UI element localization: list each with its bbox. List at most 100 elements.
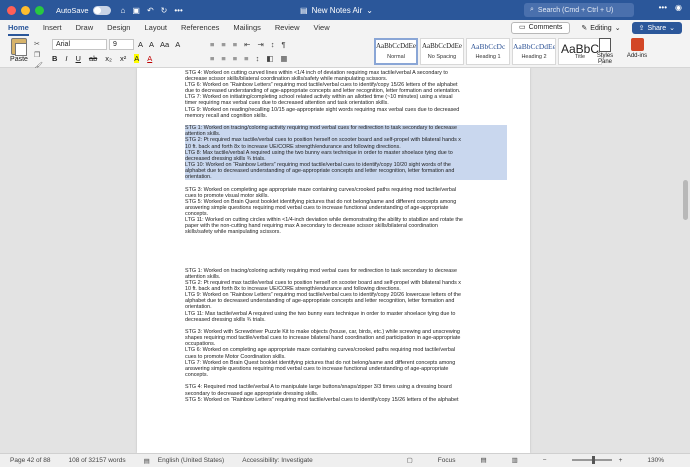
paragraph-block[interactable]: STG 4: Worked on cutting curved lines wi… (185, 70, 507, 119)
autosave-toggle[interactable] (92, 5, 111, 15)
font-color-button[interactable]: A (147, 54, 152, 63)
tab-design[interactable]: Design (107, 20, 130, 36)
vertical-scrollbar[interactable] (683, 70, 688, 450)
strikethrough-button[interactable]: ab (89, 54, 97, 63)
document-body[interactable]: STG 4: Worked on cutting curved lines wi… (185, 70, 507, 409)
style-no-spacing[interactable]: AaBbCcDdEe No Spacing (420, 38, 464, 65)
font-size-select[interactable]: 9 (109, 39, 134, 50)
tab-layout[interactable]: Layout (144, 20, 167, 36)
decrease-indent-button[interactable]: ⇤ (244, 40, 250, 49)
maximize-window-button[interactable] (35, 5, 44, 15)
ribbon-tabs: Home Insert Draw Design Layout Reference… (0, 20, 690, 36)
numbering-button[interactable]: ≡ (221, 40, 225, 49)
save-icon[interactable]: ▣ (132, 6, 140, 15)
tab-draw[interactable]: Draw (76, 20, 94, 36)
superscript-button[interactable]: x² (120, 54, 126, 63)
zoom-slider-thumb[interactable] (591, 456, 595, 464)
multilevel-list-button[interactable]: ≡ (233, 40, 237, 49)
editing-button[interactable]: ✎ Editing ⌄ (576, 22, 625, 34)
more-options-icon[interactable]: ••• (659, 3, 667, 12)
add-ins-button[interactable]: Add-ins (625, 38, 649, 59)
increase-indent-button[interactable]: ⇥ (257, 40, 263, 49)
add-ins-label: Add-ins (626, 53, 648, 59)
undo-icon[interactable]: ↶ (147, 6, 154, 15)
copy-icon[interactable]: ❐ (34, 51, 43, 59)
cut-icon[interactable]: ✂ (34, 40, 43, 48)
page-spacing (185, 242, 507, 268)
close-window-button[interactable] (7, 5, 16, 15)
share-button[interactable]: ⇪ Share ⌄ (631, 22, 682, 34)
highlight-color-button[interactable]: A (134, 54, 140, 63)
home-icon[interactable]: ⌂ (121, 6, 126, 15)
grow-font-button[interactable]: A (138, 40, 143, 49)
shrink-font-button[interactable]: A (149, 40, 154, 49)
style-normal[interactable]: AaBbCcDdEe Normal (374, 38, 418, 65)
document-canvas[interactable]: STG 4: Worked on cutting curved lines wi… (0, 68, 690, 453)
chevron-down-icon[interactable]: ⌄ (366, 6, 373, 15)
font-name-select[interactable]: Arial (52, 39, 107, 50)
page-count[interactable]: Page 42 of 88 (10, 457, 50, 464)
language[interactable]: English (United States) (158, 457, 224, 464)
focus-icon[interactable]: ▢ (407, 456, 413, 464)
zoom-in-icon[interactable]: + (619, 457, 623, 464)
borders-button[interactable]: ▦ (280, 54, 287, 63)
clear-formatting-button[interactable]: A (175, 40, 180, 49)
paragraph-block[interactable]: STG 1: Worked on tracing/coloring activi… (185, 268, 507, 323)
paragraph-block[interactable]: STG 3: Worked with Screwdriver Puzzle Ki… (185, 329, 507, 378)
style-name: Normal (387, 54, 405, 60)
line-spacing-button[interactable]: ↕ (256, 54, 260, 63)
zoom-out-icon[interactable]: − (543, 457, 547, 464)
zoom-level[interactable]: 130% (647, 457, 664, 464)
font-size-tools: A A Aa A (138, 40, 180, 49)
share-icon: ⇪ (638, 25, 645, 32)
tab-insert[interactable]: Insert (43, 20, 62, 36)
align-center-button[interactable]: ≡ (221, 54, 225, 63)
zoom-slider[interactable] (571, 456, 612, 464)
bold-button[interactable]: B (52, 54, 57, 63)
web-layout-icon[interactable]: ▥ (512, 456, 518, 464)
tab-mailings[interactable]: Mailings (233, 20, 261, 36)
word-count[interactable]: 108 of 32157 words (68, 457, 125, 464)
style-name: Heading 1 (475, 54, 501, 60)
align-left-button[interactable]: ≡ (210, 54, 214, 63)
comments-button[interactable]: ▭ Comments (510, 22, 571, 34)
tab-view[interactable]: View (313, 20, 329, 36)
minimize-window-button[interactable] (21, 5, 30, 15)
style-heading-1[interactable]: AaBbCcDc Heading 1 (466, 38, 510, 65)
styles-pane-icon (599, 38, 611, 52)
search-input[interactable]: ⌕ Search (Cmd + Ctrl + U) (524, 3, 634, 17)
justify-button[interactable]: ≡ (244, 54, 248, 63)
sort-button[interactable]: ↕ (271, 40, 275, 49)
tab-references[interactable]: References (181, 20, 219, 36)
text-line: LTG 9: Worked on reading/recalling 10/15… (185, 106, 460, 113)
clipboard-tools: ✂ ❐ 🖌 (34, 40, 43, 70)
styles-pane-button[interactable]: Styles Pane (595, 38, 615, 65)
text-line: STG 2: Pt required max tactile/verbal cu… (185, 137, 507, 144)
tab-home[interactable]: Home (8, 20, 29, 36)
subscript-button[interactable]: x₂ (105, 54, 112, 63)
underline-button[interactable]: U (76, 54, 81, 63)
tab-actions: ▭ Comments ✎ Editing ⌄ ⇪ Share ⌄ (510, 22, 682, 34)
align-right-button[interactable]: ≡ (233, 54, 237, 63)
change-case-button[interactable]: Aa (160, 40, 169, 49)
print-layout-icon[interactable]: ▤ (480, 456, 486, 464)
account-icon[interactable]: ◉ (675, 3, 682, 12)
style-heading-2[interactable]: AaBbCcDdEe Heading 2 (512, 38, 556, 65)
paste-button[interactable]: Paste (8, 38, 30, 63)
document-page[interactable]: STG 4: Worked on cutting curved lines wi… (137, 68, 530, 453)
redo-icon[interactable]: ↻ (161, 6, 168, 15)
font-format-tools: B I U ab x₂ x² A A (52, 54, 152, 63)
bullets-button[interactable]: ≡ (210, 40, 214, 49)
tab-review[interactable]: Review (275, 20, 300, 36)
more-icon[interactable]: ••• (174, 6, 182, 15)
italic-button[interactable]: I (65, 54, 67, 63)
paragraph-block[interactable]: STG 4: Required mod tactile/verbal A to … (185, 384, 507, 402)
focus-label[interactable]: Focus (438, 457, 456, 464)
paragraph-block[interactable]: STG 3: Worked on completing age appropri… (185, 187, 507, 236)
scroll-thumb[interactable] (683, 180, 688, 220)
selected-paragraph-block[interactable]: STG 1: Worked on tracing/coloring activi… (185, 125, 507, 181)
show-formatting-button[interactable]: ¶ (282, 40, 286, 49)
accessibility-status[interactable]: Accessibility: Investigate (242, 457, 312, 464)
spelling-icon[interactable]: ▤ (144, 457, 150, 465)
shading-button[interactable]: ◧ (266, 54, 273, 63)
